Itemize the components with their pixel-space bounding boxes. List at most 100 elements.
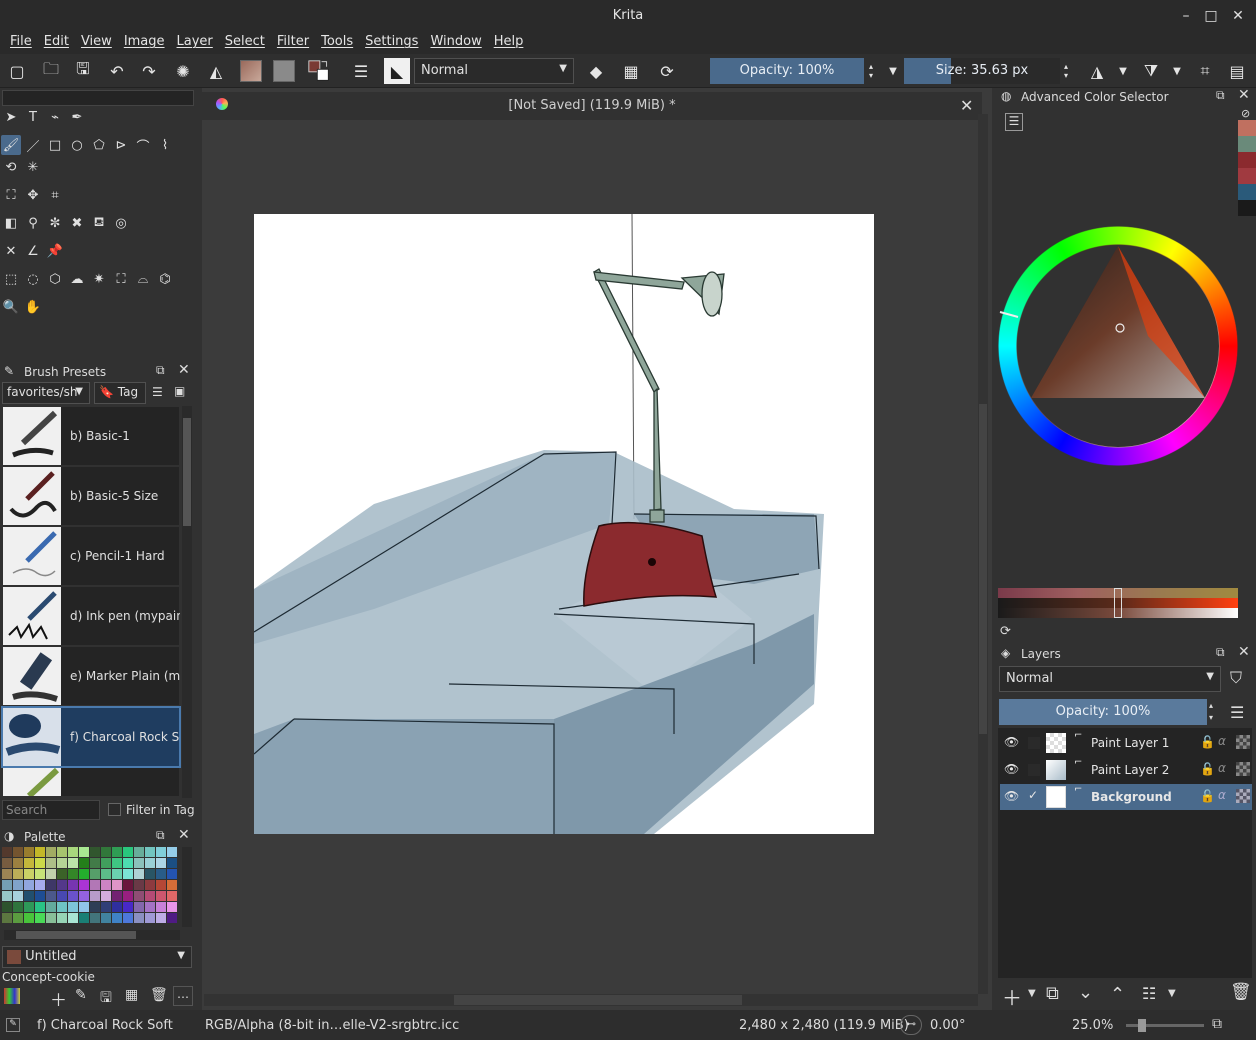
multibrush-icon[interactable]: ✳ <box>23 157 43 177</box>
colorize-mask-icon[interactable]: ✖ <box>67 213 87 233</box>
layer-checkbox[interactable] <box>1028 737 1040 749</box>
palette-swatch[interactable] <box>156 869 166 879</box>
palette-swatch[interactable] <box>68 913 78 923</box>
palette-swatch[interactable] <box>112 891 122 901</box>
menu-file[interactable]: File <box>4 32 38 54</box>
eraser-icon[interactable]: ◆ <box>585 60 607 82</box>
magnetic-select-icon[interactable]: ⌬ <box>155 269 175 289</box>
palette-swatch[interactable] <box>2 858 12 868</box>
canvas-v-scrollbar[interactable] <box>978 114 988 994</box>
layer-checkbox[interactable] <box>1028 764 1040 776</box>
view-mode-icon[interactable]: ☰ <box>152 385 163 399</box>
palette-swatch[interactable] <box>134 847 144 857</box>
palette-swatch[interactable] <box>123 902 133 912</box>
palette-swatch[interactable] <box>156 858 166 868</box>
palette-swatch[interactable] <box>167 902 177 912</box>
palette-swatch[interactable] <box>167 869 177 879</box>
gradient-preset-icon[interactable] <box>240 60 262 82</box>
palette-swatch[interactable] <box>2 880 12 890</box>
add-swatch-icon[interactable]: ＋ <box>50 986 67 1011</box>
lock-icon[interactable]: 🔓 <box>1200 762 1215 776</box>
palette-swatch[interactable] <box>112 880 122 890</box>
palette-swatch[interactable] <box>134 913 144 923</box>
palette-swatch[interactable] <box>101 869 111 879</box>
palette-swatch[interactable] <box>24 847 34 857</box>
palette-swatch[interactable] <box>57 858 67 868</box>
close-button[interactable]: ✕ <box>1228 6 1248 26</box>
menu-image[interactable]: Image <box>118 32 171 54</box>
refresh-icon[interactable]: ⟳ <box>1000 624 1011 639</box>
palette-color-icon[interactable] <box>4 988 20 1004</box>
palette-swatch[interactable] <box>112 869 122 879</box>
gradient-tool-icon[interactable]: ◧ <box>1 213 21 233</box>
palette-swatch[interactable] <box>145 858 155 868</box>
palette-swatch[interactable] <box>46 902 56 912</box>
alpha-icon[interactable]: α <box>1218 788 1226 802</box>
calligraphy-icon[interactable]: ✒ <box>67 107 87 127</box>
layer-opacity-slider[interactable]: Opacity: 100% <box>999 699 1207 725</box>
import-icon[interactable]: ▣ <box>174 384 185 398</box>
ellipse-select-icon[interactable]: ◌ <box>23 269 43 289</box>
palette-swatch[interactable] <box>24 891 34 901</box>
palette-swatch[interactable] <box>57 880 67 890</box>
palette-swatch[interactable] <box>134 891 144 901</box>
palette-swatch[interactable] <box>90 880 100 890</box>
eye-icon[interactable]: 👁 <box>1004 789 1019 803</box>
palette-swatch[interactable] <box>13 869 23 879</box>
palette-swatch[interactable] <box>123 891 133 901</box>
palette-swatch[interactable] <box>79 858 89 868</box>
chevron-down-icon[interactable]: ▼ <box>1028 988 1036 999</box>
recent-color-swatch[interactable] <box>1238 200 1256 216</box>
brush-preset-item[interactable]: b) Basic-5 Size <box>3 467 179 525</box>
palette-swatch[interactable] <box>57 869 67 879</box>
mirror-vertical-icon[interactable]: ⧩ <box>1140 60 1162 82</box>
palette-swatch[interactable] <box>112 858 122 868</box>
palette-swatch[interactable] <box>24 902 34 912</box>
palette-swatch[interactable] <box>68 858 78 868</box>
palette-swatch[interactable] <box>123 869 133 879</box>
similar-select-icon[interactable]: ⛶ <box>111 269 131 289</box>
palette-swatch[interactable] <box>90 858 100 868</box>
palette-swatch[interactable] <box>145 847 155 857</box>
fullscreen-icon[interactable]: ⧉ <box>1212 1016 1222 1032</box>
crop-tool-icon[interactable]: ⌗ <box>45 185 65 205</box>
smart-patch-icon[interactable]: ✼ <box>45 213 65 233</box>
contiguous-select-icon[interactable]: ✷ <box>89 269 109 289</box>
crop-icon[interactable]: ⌗ <box>1194 60 1216 82</box>
workspace-icon[interactable]: ▤ <box>1226 60 1248 82</box>
move-layer-up-icon[interactable]: ⌃ <box>1110 984 1125 1005</box>
bezier-select-icon[interactable]: ⌓ <box>133 269 153 289</box>
alpha-icon[interactable]: α <box>1218 761 1226 775</box>
palette-swatch[interactable] <box>90 891 100 901</box>
assistant-tool-icon[interactable]: ✕ <box>1 241 21 261</box>
fill-tool-icon[interactable]: ⛾ <box>89 213 109 233</box>
palette-swatch[interactable] <box>2 902 12 912</box>
layer-row[interactable]: 👁 ⌐ Paint Layer 2 🔓 α <box>1000 757 1252 783</box>
inherit-alpha-icon[interactable] <box>1236 762 1250 776</box>
palette-swatch[interactable] <box>112 902 122 912</box>
canvas-h-scrollbar[interactable] <box>204 994 978 1006</box>
palette-swatch[interactable] <box>24 858 34 868</box>
palette-swatch[interactable] <box>167 891 177 901</box>
float-docker-icon[interactable]: ⧉ <box>156 363 165 378</box>
palette-swatch[interactable] <box>79 880 89 890</box>
palette-swatch[interactable] <box>90 902 100 912</box>
size-spin-icon[interactable]: ▴ ▾ <box>1060 60 1072 82</box>
save-palette-icon[interactable]: 🖫 <box>100 987 112 1011</box>
brush-presets-scrollbar[interactable] <box>182 406 192 798</box>
bezier-tool-icon[interactable]: ⌒ <box>133 135 153 155</box>
text-tool-icon[interactable]: T <box>23 107 43 127</box>
mirror-icon[interactable]: ◭ <box>205 60 227 82</box>
palette-swatch[interactable] <box>123 847 133 857</box>
close-docker-icon[interactable]: ✕ <box>1238 87 1250 103</box>
float-docker-icon[interactable]: ⧉ <box>1216 645 1225 660</box>
zoom-tool-icon[interactable]: 🔍 <box>1 297 21 317</box>
palette-swatch[interactable] <box>2 891 12 901</box>
palette-swatch[interactable] <box>35 902 45 912</box>
palette-swatch[interactable] <box>167 858 177 868</box>
palette-swatch[interactable] <box>134 858 144 868</box>
palette-swatch[interactable] <box>156 847 166 857</box>
polygon-tool-icon[interactable]: ⬠ <box>89 135 109 155</box>
palette-swatch[interactable] <box>101 891 111 901</box>
palette-swatch[interactable] <box>145 891 155 901</box>
